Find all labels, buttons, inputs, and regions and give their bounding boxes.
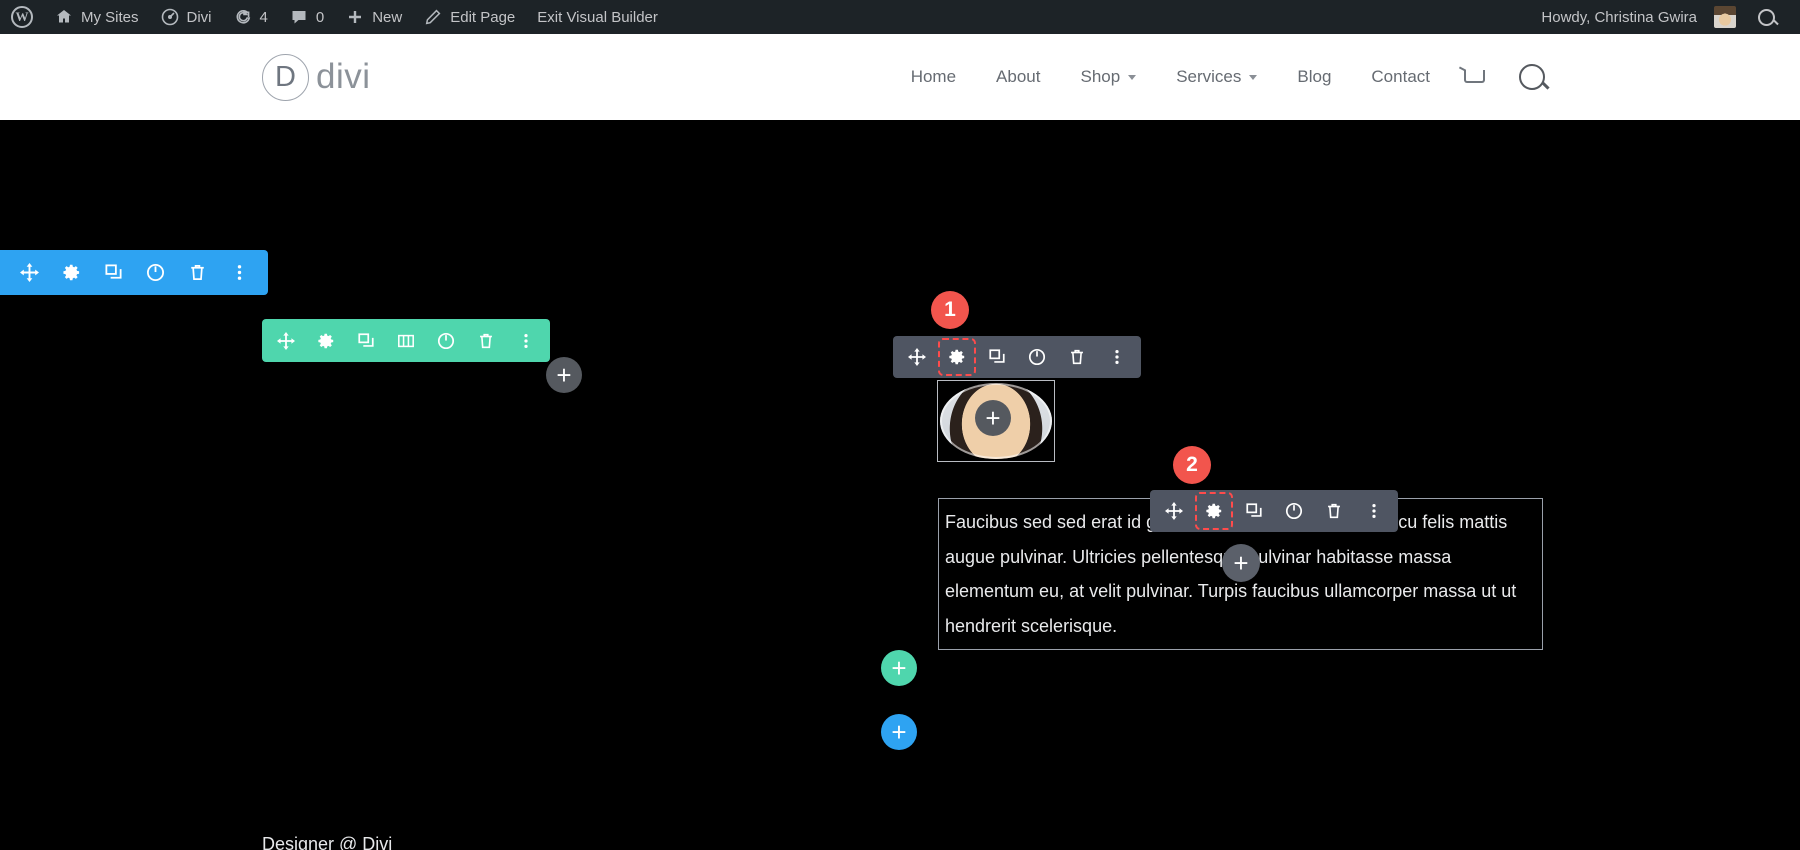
- wp-admin-bar: My Sites Divi 4 0 New: [0, 0, 1800, 34]
- admin-bar-label-exit-visual-builder: Exit Visual Builder: [537, 9, 658, 26]
- nav-label-shop: Shop: [1080, 67, 1120, 87]
- move-icon[interactable]: [1158, 495, 1190, 527]
- site-logo-text: divi: [316, 57, 371, 97]
- section-toolbar[interactable]: [0, 250, 268, 295]
- plus-icon: [346, 8, 364, 26]
- add-module-button-text[interactable]: +: [1222, 544, 1260, 582]
- comments-icon: [290, 8, 308, 26]
- admin-bar-label-divi: Divi: [187, 9, 212, 26]
- gear-icon[interactable]: [54, 257, 88, 289]
- kebab-menu-icon[interactable]: [222, 257, 256, 289]
- add-module-button-row[interactable]: +: [546, 357, 582, 393]
- nav-item-about[interactable]: About: [976, 67, 1060, 87]
- pencil-icon: [424, 8, 442, 26]
- power-icon[interactable]: [138, 257, 172, 289]
- nav-item-services[interactable]: Services: [1156, 67, 1277, 87]
- sites-icon: [55, 8, 73, 26]
- add-row-button[interactable]: +: [881, 650, 917, 686]
- avatar: [1714, 6, 1736, 28]
- howdy-label: Howdy, Christina Gwira: [1541, 9, 1697, 26]
- annotation-badge-1: 1: [931, 291, 969, 329]
- admin-bar-label-new: New: [372, 9, 402, 26]
- trash-icon[interactable]: [1061, 341, 1093, 373]
- power-icon[interactable]: [1278, 495, 1310, 527]
- gear-icon[interactable]: [310, 325, 342, 357]
- power-icon[interactable]: [430, 325, 462, 357]
- kebab-menu-icon[interactable]: [1101, 341, 1133, 373]
- admin-bar-search-button[interactable]: [1747, 0, 1786, 34]
- nav-item-home[interactable]: Home: [891, 67, 976, 87]
- hero-subtitle: Designer @ Divi: [262, 834, 392, 850]
- chevron-down-icon: [1128, 75, 1136, 80]
- add-module-button-avatar[interactable]: +: [975, 400, 1011, 436]
- admin-bar-label-comments-count: 0: [316, 9, 324, 26]
- trash-icon[interactable]: [470, 325, 502, 357]
- plus-icon: +: [556, 362, 571, 388]
- gear-icon[interactable]: [941, 341, 973, 373]
- power-icon[interactable]: [1021, 341, 1053, 373]
- nav-label-about: About: [996, 67, 1040, 87]
- wordpress-logo-button[interactable]: [0, 0, 44, 34]
- admin-bar-label-edit-page: Edit Page: [450, 9, 515, 26]
- duplicate-icon[interactable]: [981, 341, 1013, 373]
- admin-bar-item-my-sites[interactable]: My Sites: [44, 0, 150, 34]
- wordpress-logo-icon: [11, 6, 33, 28]
- nav-label-blog: Blog: [1297, 67, 1331, 87]
- visual-builder-canvas: 1 + + 2 Faucibus sed sed erat id gra: [0, 120, 1800, 850]
- duplicate-icon[interactable]: [1238, 495, 1270, 527]
- admin-bar-label-my-sites: My Sites: [81, 9, 139, 26]
- site-logo[interactable]: D divi: [262, 54, 371, 101]
- updates-icon: [234, 8, 252, 26]
- admin-bar-item-new[interactable]: New: [335, 0, 413, 34]
- row-toolbar[interactable]: [262, 319, 550, 362]
- admin-bar-item-divi[interactable]: Divi: [150, 0, 223, 34]
- move-icon[interactable]: [270, 325, 302, 357]
- nav-label-contact: Contact: [1371, 67, 1430, 87]
- admin-bar-item-edit-page[interactable]: Edit Page: [413, 0, 526, 34]
- admin-bar-howdy-account[interactable]: Howdy, Christina Gwira: [1530, 0, 1747, 34]
- plus-icon: +: [891, 719, 906, 745]
- columns-icon[interactable]: [390, 325, 422, 357]
- move-icon[interactable]: [12, 257, 46, 289]
- duplicate-icon[interactable]: [350, 325, 382, 357]
- module-toolbar-1[interactable]: [893, 336, 1141, 378]
- admin-bar-left-group: My Sites Divi 4 0 New: [0, 0, 669, 34]
- add-section-button[interactable]: +: [881, 714, 917, 750]
- search-icon: [1758, 9, 1775, 26]
- divi-icon: [161, 8, 179, 26]
- chevron-down-icon: [1249, 75, 1257, 80]
- search-icon[interactable]: [1519, 64, 1545, 90]
- nav-item-blog[interactable]: Blog: [1277, 67, 1351, 87]
- plus-icon: +: [1233, 550, 1248, 576]
- site-header: D divi Home About Shop Services Blog Con…: [0, 34, 1800, 120]
- admin-bar-item-updates[interactable]: 4: [223, 0, 279, 34]
- nav-item-shop[interactable]: Shop: [1060, 67, 1156, 87]
- nav-label-services: Services: [1176, 67, 1241, 87]
- plus-icon: +: [891, 655, 906, 681]
- main-navigation: Home About Shop Services Blog Contact: [891, 64, 1800, 90]
- admin-bar-right-group: Howdy, Christina Gwira: [1530, 0, 1800, 34]
- annotation-badge-2: 2: [1173, 446, 1211, 484]
- admin-bar-label-updates-count: 4: [260, 9, 268, 26]
- divi-logo-mark-icon: D: [262, 54, 309, 101]
- admin-bar-item-exit-visual-builder[interactable]: Exit Visual Builder: [526, 0, 669, 34]
- trash-icon[interactable]: [1318, 495, 1350, 527]
- nav-label-home: Home: [911, 67, 956, 87]
- nav-item-contact[interactable]: Contact: [1351, 67, 1450, 87]
- duplicate-icon[interactable]: [96, 257, 130, 289]
- kebab-menu-icon[interactable]: [1358, 495, 1390, 527]
- gear-icon[interactable]: [1198, 495, 1230, 527]
- admin-bar-item-comments[interactable]: 0: [279, 0, 335, 34]
- trash-icon[interactable]: [180, 257, 214, 289]
- module-toolbar-2[interactable]: [1150, 490, 1398, 532]
- kebab-menu-icon[interactable]: [510, 325, 542, 357]
- cart-icon[interactable]: [1462, 68, 1485, 87]
- plus-icon: +: [985, 405, 1000, 431]
- move-icon[interactable]: [901, 341, 933, 373]
